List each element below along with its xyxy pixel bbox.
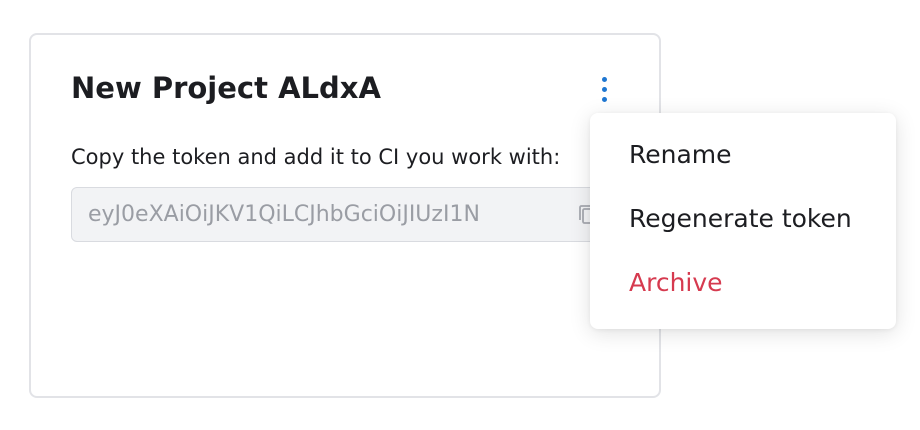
menu-item-regenerate-token[interactable]: Regenerate token	[590, 189, 896, 249]
kebab-dot	[602, 87, 607, 92]
kebab-dot	[602, 97, 607, 102]
menu-item-rename[interactable]: Rename	[590, 125, 896, 185]
project-card: New Project ALdxA Copy the token and add…	[29, 33, 661, 398]
token-field[interactable]: eyJ0eXAiOiJKV1QiLCJhbGciOiJIUzI1N	[71, 187, 611, 242]
app-stage: New Project ALdxA Copy the token and add…	[0, 0, 920, 430]
more-vertical-icon[interactable]	[593, 73, 617, 109]
kebab-dot	[602, 77, 607, 82]
menu-item-archive[interactable]: Archive	[590, 253, 896, 313]
project-title: New Project ALdxA	[71, 71, 381, 105]
project-actions-menu: Rename Regenerate token Archive	[590, 113, 896, 329]
token-value[interactable]: eyJ0eXAiOiJKV1QiLCJhbGciOiJIUzI1N	[88, 200, 564, 230]
token-instructions: Copy the token and add it to CI you work…	[71, 145, 561, 169]
